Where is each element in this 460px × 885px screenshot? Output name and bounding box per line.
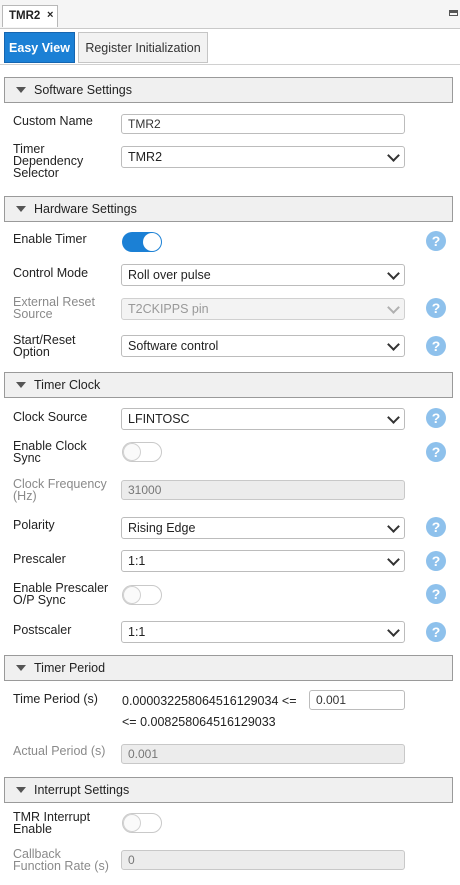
label-line: Option: [13, 345, 50, 359]
help-icon[interactable]: ?: [426, 336, 446, 356]
tmr-interrupt-enable-label: TMR Interrupt Enable: [13, 811, 121, 836]
toggle-knob: [123, 443, 141, 461]
enable-timer-label: Enable Timer: [13, 232, 87, 246]
start-reset-option-select[interactable]: Software control: [121, 335, 405, 357]
prescaler-select[interactable]: 1:1: [121, 550, 405, 572]
collapse-triangle-icon[interactable]: [16, 382, 26, 388]
selected-value: LFINTOSC: [128, 412, 190, 426]
help-icon[interactable]: ?: [426, 408, 446, 428]
postscaler-select[interactable]: 1:1: [121, 621, 405, 643]
editor-tab-strip: [0, 0, 460, 29]
toggle-knob: [123, 814, 141, 832]
collapse-triangle-icon[interactable]: [16, 787, 26, 793]
actual-period-field: 0.001: [121, 744, 405, 764]
enable-clock-sync-label: Enable Clock Sync: [13, 440, 121, 465]
chevron-down-icon: [387, 520, 400, 533]
tmr-interrupt-enable-toggle[interactable]: [122, 813, 162, 833]
tab-tmr2[interactable]: TMR2 ×: [2, 5, 58, 27]
help-icon[interactable]: ?: [426, 298, 446, 318]
external-reset-source-label: External Reset Source: [13, 296, 121, 321]
time-period-input[interactable]: 0.001: [309, 690, 405, 710]
clock-source-select[interactable]: LFINTOSC: [121, 408, 405, 430]
help-icon[interactable]: ?: [426, 442, 446, 462]
selected-value: Rising Edge: [128, 521, 196, 535]
section-timer-period[interactable]: Timer Period: [4, 655, 453, 681]
help-icon[interactable]: ?: [426, 551, 446, 571]
clock-source-label: Clock Source: [13, 410, 88, 424]
time-period-min: 0.000032258064516129034 <=: [122, 694, 297, 708]
label-line: Source: [13, 307, 53, 321]
section-title: Software Settings: [34, 83, 132, 97]
start-reset-option-label: Start/Reset Option: [13, 334, 121, 359]
section-hardware-settings[interactable]: Hardware Settings: [4, 196, 453, 222]
enable-clock-sync-toggle[interactable]: [122, 442, 162, 462]
help-icon[interactable]: ?: [426, 517, 446, 537]
toggle-knob: [143, 233, 161, 251]
custom-name-input[interactable]: TMR2: [121, 114, 405, 134]
chevron-down-icon: [387, 624, 400, 637]
timer-dependency-label: Timer Dependency Selector: [13, 143, 121, 180]
collapse-triangle-icon[interactable]: [16, 206, 26, 212]
tab-tmr2-label: TMR2: [9, 10, 41, 22]
chevron-down-icon: [387, 267, 400, 280]
collapse-triangle-icon[interactable]: [16, 87, 26, 93]
clock-frequency-label: Clock Frequency (Hz): [13, 478, 121, 503]
time-period-label: Time Period (s): [13, 692, 98, 706]
chevron-down-icon: [387, 149, 400, 162]
label-line: O/P Sync: [13, 593, 66, 607]
prescaler-label: Prescaler: [13, 552, 66, 566]
polarity-label: Polarity: [13, 518, 55, 532]
chevron-down-icon: [387, 411, 400, 424]
section-timer-clock[interactable]: Timer Clock: [4, 372, 453, 398]
control-mode-select[interactable]: Roll over pulse: [121, 264, 405, 286]
label-line: Enable: [13, 822, 52, 836]
divider: [0, 64, 460, 65]
tab-easy-view[interactable]: Easy View: [4, 32, 75, 63]
label-line: Function Rate (s): [13, 859, 109, 873]
external-reset-source-select: T2CKIPPS pin: [121, 298, 405, 320]
custom-name-label: Custom Name: [13, 114, 93, 128]
actual-period-label: Actual Period (s): [13, 744, 106, 758]
selected-value: Roll over pulse: [128, 268, 211, 282]
section-title: Timer Clock: [34, 378, 101, 392]
help-icon[interactable]: ?: [426, 584, 446, 604]
toggle-knob: [123, 586, 141, 604]
callback-function-rate-label: Callback Function Rate (s): [13, 848, 121, 873]
label-line: Sync: [13, 451, 41, 465]
close-icon[interactable]: ×: [47, 9, 53, 21]
selected-value: Software control: [128, 339, 219, 353]
time-period-max: <= 0.008258064516129033: [122, 715, 276, 729]
clock-frequency-field: 31000: [121, 480, 405, 500]
chevron-down-icon: [387, 301, 400, 314]
selected-value: T2CKIPPS pin: [128, 302, 209, 316]
selected-value: 1:1: [128, 625, 146, 639]
section-title: Timer Period: [34, 661, 106, 675]
enable-prescaler-sync-label: Enable Prescaler O/P Sync: [13, 582, 121, 607]
tab-register-initialization[interactable]: Register Initialization: [78, 32, 208, 63]
label-line: Selector: [13, 166, 59, 180]
enable-timer-toggle[interactable]: [122, 232, 162, 252]
label-line: (Hz): [13, 489, 37, 503]
section-title: Hardware Settings: [34, 202, 137, 216]
help-icon[interactable]: ?: [426, 231, 446, 251]
control-mode-label: Control Mode: [13, 266, 89, 280]
chevron-down-icon: [387, 553, 400, 566]
timer-dependency-select[interactable]: TMR2: [121, 146, 405, 168]
callback-function-rate-field: 0: [121, 850, 405, 870]
selected-value: TMR2: [128, 150, 163, 164]
collapse-triangle-icon[interactable]: [16, 665, 26, 671]
selected-value: 1:1: [128, 554, 146, 568]
chevron-down-icon: [387, 338, 400, 351]
enable-prescaler-sync-toggle[interactable]: [122, 585, 162, 605]
postscaler-label: Postscaler: [13, 623, 72, 637]
section-software-settings[interactable]: Software Settings: [4, 77, 453, 103]
section-title: Interrupt Settings: [34, 783, 130, 797]
minimize-icon[interactable]: [449, 10, 458, 16]
help-icon[interactable]: ?: [426, 622, 446, 642]
section-interrupt-settings[interactable]: Interrupt Settings: [4, 777, 453, 803]
polarity-select[interactable]: Rising Edge: [121, 517, 405, 539]
